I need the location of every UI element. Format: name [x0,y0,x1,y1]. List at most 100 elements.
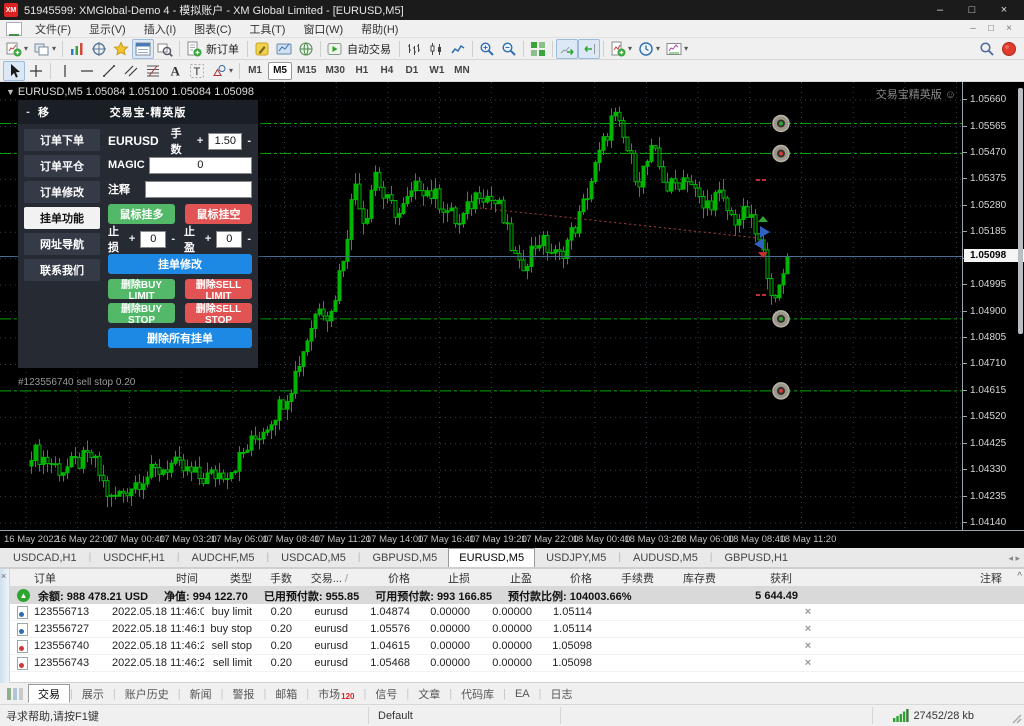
timeframe-MN[interactable]: MN [450,62,474,80]
order-row-123556727[interactable]: 123556727 2022.05.18 11:46:12 buy stop 0.20… [10,621,1024,638]
chart-tab-USDCHF,H1[interactable]: USDCHF,H1 [92,548,176,567]
ea-move-button[interactable]: 移 [38,104,68,120]
col-4[interactable]: 交易... / [298,570,354,586]
line-chart-button[interactable] [447,39,469,59]
col-5[interactable]: 价格 [354,570,416,586]
equidistant-channel-button[interactable] [120,61,142,81]
periods-dropdown-icon[interactable]: ▾ [656,44,660,53]
timeframe-M15[interactable]: M15 [293,62,320,80]
zoom-out-button[interactable] [498,39,520,59]
ea-comment-input[interactable] [144,180,252,198]
terminal-close-icon[interactable]: × [1,571,6,581]
order-close-button[interactable]: × [798,606,824,618]
timeframe-M30[interactable]: M30 [321,62,348,80]
crosshair-button[interactable] [25,61,47,81]
child-close-button[interactable]: × [1000,23,1018,34]
ea-menu-网址导航[interactable]: 网址导航 [24,233,100,255]
timeframe-H4[interactable]: H4 [375,62,399,80]
autotrading-button[interactable]: 自动交易 [324,39,396,59]
ea-sl-plus-button[interactable]: + [128,233,136,245]
terminal-tab-市场[interactable]: 市场 120 [309,684,363,703]
auto-scroll-button[interactable] [556,38,579,59]
new-order-button[interactable]: 新订单 [183,39,244,59]
terminal-tab-文章[interactable]: 文章 [409,684,449,703]
ea-sl-input[interactable] [140,230,167,248]
text-button[interactable]: A [164,61,186,81]
ea-panel-header[interactable]: - 移 交易宝-精英版 [18,100,258,124]
ea-delete-buy-limit-button[interactable]: 删除BUY LIMIT [108,279,175,302]
ea-menu-订单修改[interactable]: 订单修改 [24,181,100,203]
terminal-tab-警报[interactable]: 警报 [223,684,263,703]
child-minimize-button[interactable]: – [964,23,982,34]
tab-scroll-arrows-icon[interactable]: ◂ ▸ [1008,553,1020,564]
terminal-tab-账户历史[interactable]: 账户历史 [116,684,178,703]
timeframe-H1[interactable]: H1 [350,62,374,80]
col-comment[interactable]: 注释 [824,570,1008,586]
table-scroll-up-icon[interactable]: ^ [1017,571,1022,582]
metaeditor-button[interactable] [251,39,273,59]
text-label-button[interactable]: T [186,61,208,81]
ea-menu-订单下单[interactable]: 订单下单 [24,129,100,151]
cursor-button[interactable] [3,60,25,81]
timeframe-W1[interactable]: W1 [425,62,449,80]
terminal-tab-邮箱[interactable]: 邮箱 [266,684,306,703]
balance-row[interactable]: ▲ 余额: 988 478.21 USD 净值: 994 122.70 已用预付款:… [10,587,1024,604]
order-close-button[interactable]: × [798,640,824,652]
menu-item-2[interactable]: 插入(I) [135,21,185,37]
col-7[interactable]: 止盈 [476,570,538,586]
col-10[interactable]: 库存费 [660,570,722,586]
col-order[interactable]: 订单 [34,570,112,586]
resize-grip[interactable] [1010,712,1022,724]
child-restore-button[interactable]: □ [982,23,1000,34]
timeframe-M5[interactable]: M5 [268,61,293,80]
shapes-dropdown-icon[interactable]: ▾ [229,66,233,75]
terminal-tab-EA[interactable]: EA [506,684,539,703]
candle-chart-button[interactable] [425,39,447,59]
market-watch-button[interactable] [66,39,88,59]
close-button[interactable]: × [988,4,1020,16]
ea-mouse-buy-button[interactable]: 鼠标挂多 [108,204,175,224]
ea-lots-minus-button[interactable]: - [246,135,252,147]
menu-item-6[interactable]: 帮助(H) [352,21,407,37]
col-1[interactable]: 时间 [112,570,204,586]
chart-tab-AUDUSD,M5[interactable]: AUDUSD,M5 [622,548,709,567]
col-6[interactable]: 止损 [416,570,476,586]
order-close-button[interactable]: × [798,657,824,669]
data-window-button[interactable] [88,39,110,59]
chart-tab-USDCAD,H1[interactable]: USDCAD,H1 [2,548,88,567]
minimize-button[interactable]: – [924,4,956,16]
chart-tab-EURUSD,M5[interactable]: EURUSD,M5 [448,548,536,567]
ea-delete-all-pending-button[interactable]: 删除所有挂单 [108,328,252,348]
ea-delete-sell-limit-button[interactable]: 删除SELL LIMIT [185,279,252,302]
ea-modify-pending-button[interactable]: 挂单修改 [108,254,252,274]
col-8[interactable]: 价格 [538,570,598,586]
vertical-line-button[interactable] [54,61,76,81]
order-row-123556713[interactable]: 123556713 2022.05.18 11:46:07 buy limit 0.2… [10,604,1024,621]
ea-sl-minus-button[interactable]: - [170,233,176,245]
bar-chart-button[interactable] [403,39,425,59]
chart-tab-USDJPY,M5[interactable]: USDJPY,M5 [535,548,617,567]
timeframe-M1[interactable]: M1 [243,62,267,80]
chart-tab-USDCAD,M5[interactable]: USDCAD,M5 [270,548,357,567]
menu-item-4[interactable]: 工具(T) [240,21,294,37]
chart-quick-nav-icon[interactable]: ▼ [6,87,15,97]
terminal-tab-新闻[interactable]: 新闻 [181,684,221,703]
menu-item-1[interactable]: 显示(V) [80,21,135,37]
menu-item-0[interactable]: 文件(F) [26,21,80,37]
ea-lots-plus-button[interactable]: + [196,135,204,147]
col-11[interactable]: 获利 [722,570,798,586]
ea-collapse-button[interactable]: - [18,106,38,118]
new-chart-dropdown-icon[interactable]: ▾ [24,44,28,53]
strategy-tester-button[interactable] [154,39,176,59]
col-9[interactable]: 手续费 [598,570,660,586]
periods-button[interactable]: ▾ [635,39,663,59]
profiles-dropdown-icon[interactable]: ▾ [52,44,56,53]
tile-windows-button[interactable] [527,39,549,59]
maximize-button[interactable]: □ [956,4,988,16]
profile-name[interactable]: Default [378,710,413,722]
ea-menu-挂单功能[interactable]: 挂单功能 [24,207,100,229]
shapes-button[interactable]: ▾ [208,61,236,81]
horizontal-line-button[interactable] [76,61,98,81]
ea-tp-minus-button[interactable]: - [246,233,252,245]
menu-item-3[interactable]: 图表(C) [185,21,240,37]
